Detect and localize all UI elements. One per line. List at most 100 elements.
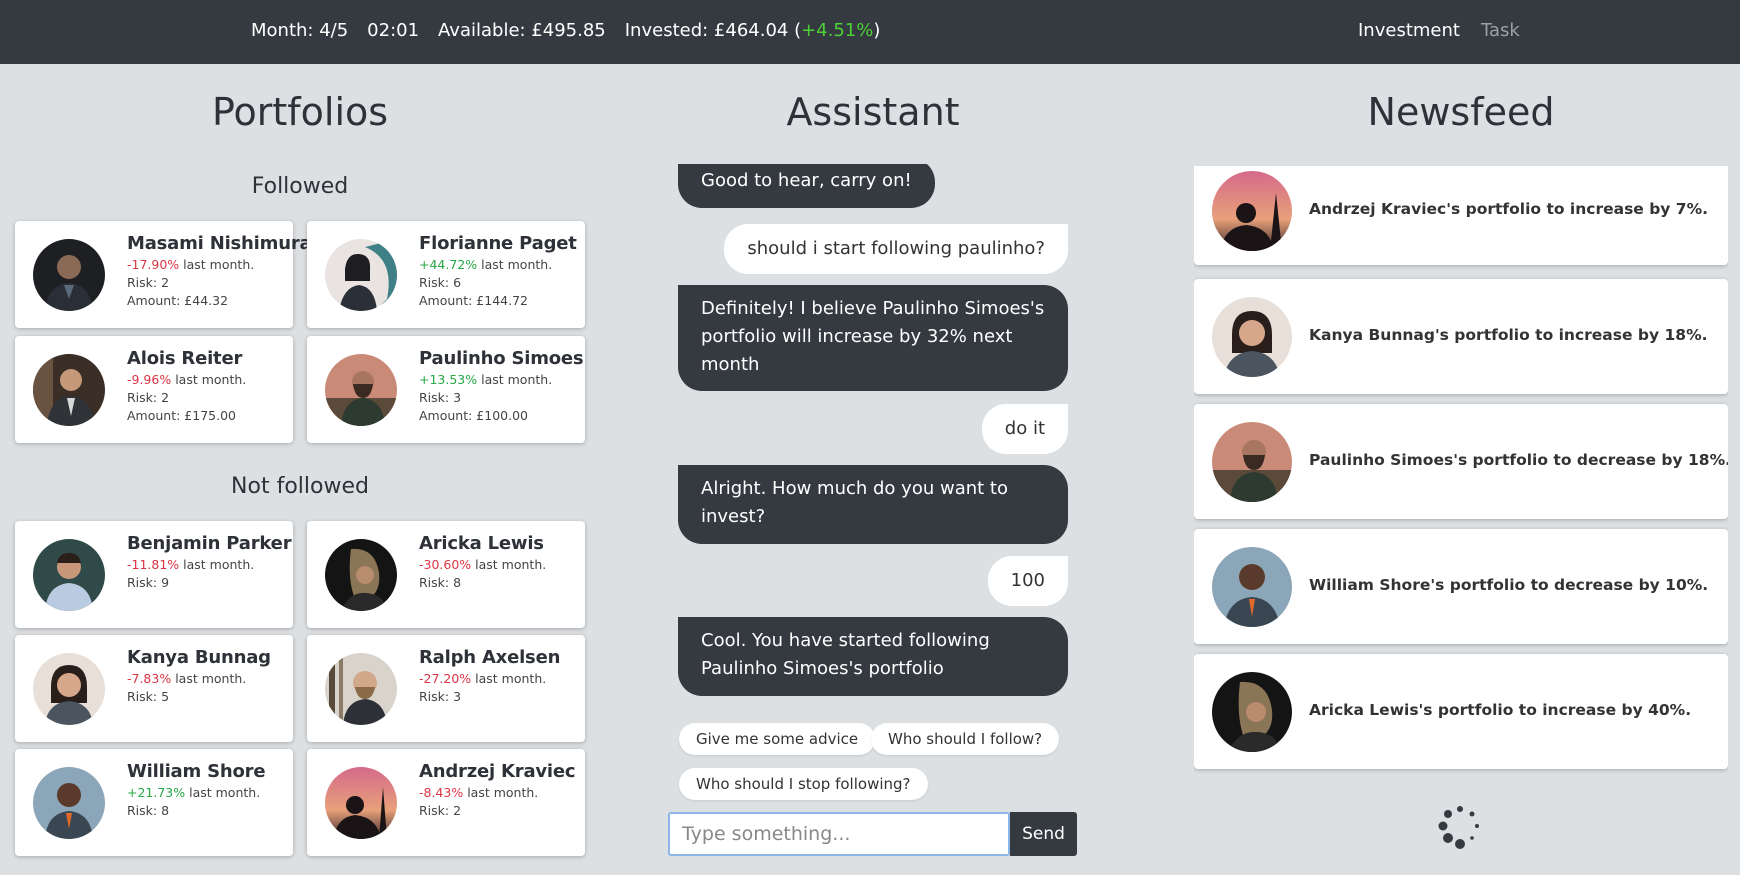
bot-message: Good to hear, carry on! bbox=[678, 164, 935, 208]
change-value: -11.81% bbox=[127, 557, 180, 572]
monthly-change: -7.83% last month. bbox=[127, 671, 291, 686]
send-button[interactable]: Send bbox=[1010, 812, 1077, 856]
portfolio-card-kanya-bunnag[interactable]: Kanya Bunnag -7.83% last month. Risk: 5 bbox=[15, 635, 293, 742]
news-text: William Shore's portfolio to decrease by… bbox=[1309, 576, 1709, 594]
portfolio-name: Paulinho Simoes bbox=[419, 348, 584, 369]
news-text: Aricka Lewis's portfolio to increase by … bbox=[1309, 701, 1692, 719]
change-suffix: last month. bbox=[171, 372, 247, 387]
risk-value: Risk: 2 bbox=[127, 275, 170, 290]
news-item[interactable]: Andrzej Kraviec's portfolio to increase … bbox=[1194, 166, 1728, 265]
user-message: 100 bbox=[987, 556, 1068, 606]
risk-value: Risk: 6 bbox=[419, 275, 462, 290]
account-stats: Month: 4/5 02:01 Available: £495.85 Inve… bbox=[251, 20, 880, 41]
news-item[interactable]: William Shore's portfolio to decrease by… bbox=[1194, 529, 1728, 644]
portfolio-card-paulinho-simoes[interactable]: Paulinho Simoes +13.53% last month. Risk… bbox=[307, 336, 585, 443]
portfolio-info: Paulinho Simoes +13.53% last month. Risk… bbox=[419, 348, 584, 423]
portfolio-card-andrzej-kraviec[interactable]: Andrzej Kraviec -8.43% last month. Risk:… bbox=[307, 749, 585, 856]
change-suffix: last month. bbox=[179, 557, 255, 572]
monthly-change: -17.90% last month. bbox=[127, 257, 291, 272]
portfolio-name: William Shore bbox=[127, 761, 266, 782]
change-value: +21.73% bbox=[127, 785, 186, 800]
change-suffix: last month. bbox=[463, 785, 539, 800]
news-item[interactable]: Aricka Lewis's portfolio to increase by … bbox=[1194, 654, 1728, 769]
top-nav: Investment Task bbox=[1358, 20, 1520, 41]
portfolio-card-aricka-lewis[interactable]: Aricka Lewis -30.60% last month. Risk: 8 bbox=[307, 521, 585, 628]
message-line: portfolio will increase by 32% next bbox=[701, 326, 1013, 347]
change-value: +44.72% bbox=[419, 257, 478, 272]
newsfeed-title: Newsfeed bbox=[1367, 90, 1555, 134]
portfolios-title: Portfolios bbox=[211, 90, 389, 134]
monthly-change: +21.73% last month. bbox=[127, 785, 291, 800]
risk-value: Risk: 3 bbox=[419, 689, 462, 704]
risk-value: Risk: 3 bbox=[419, 390, 462, 405]
suggestion-who-to-follow[interactable]: Who should I follow? bbox=[871, 723, 1060, 755]
monthly-change: -11.81% last month. bbox=[127, 557, 291, 572]
invested-suffix: ) bbox=[873, 20, 881, 41]
avatar bbox=[33, 354, 105, 426]
suggestion-who-to-stop-following[interactable]: Who should I stop following? bbox=[679, 768, 928, 800]
portfolio-info: Florianne Paget +44.72% last month. Risk… bbox=[419, 233, 583, 308]
portfolio-name: Andrzej Kraviec bbox=[419, 761, 576, 782]
news-item[interactable]: Kanya Bunnag's portfolio to increase by … bbox=[1194, 279, 1728, 394]
risk-value: Risk: 5 bbox=[127, 689, 170, 704]
change-value: +13.53% bbox=[419, 372, 478, 387]
followed-label: Followed bbox=[251, 174, 349, 199]
message-text: Good to hear, carry on! bbox=[701, 170, 912, 191]
avatar bbox=[33, 767, 105, 839]
portfolio-name: Masami Nishimura bbox=[127, 233, 312, 254]
portfolio-name: Aricka Lewis bbox=[419, 533, 544, 554]
avatar bbox=[1212, 171, 1292, 251]
newsfeed-list[interactable]: Andrzej Kraviec's portfolio to increase … bbox=[1194, 166, 1728, 776]
clock: 02:01 bbox=[367, 20, 420, 41]
bot-message: Cool. You have started following Paulinh… bbox=[678, 617, 1068, 696]
portfolio-card-masami-nishimura[interactable]: Masami Nishimura -17.90% last month. Ris… bbox=[15, 221, 312, 328]
portfolio-info: Benjamin Parker -11.81% last month. Risk… bbox=[127, 533, 292, 590]
portfolio-info: Ralph Axelsen -27.20% last month. Risk: … bbox=[419, 647, 583, 704]
message-line: invest? bbox=[701, 506, 766, 527]
chat-input[interactable] bbox=[668, 812, 1010, 856]
avatar bbox=[325, 239, 397, 311]
avatar bbox=[33, 539, 105, 611]
monthly-change: +13.53% last month. bbox=[419, 372, 583, 387]
portfolio-card-ralph-axelsen[interactable]: Ralph Axelsen -27.20% last month. Risk: … bbox=[307, 635, 585, 742]
message-line: Definitely! I believe Paulinho Simoes's bbox=[701, 298, 1045, 319]
change-value: -17.90% bbox=[127, 257, 180, 272]
portfolio-info: Andrzej Kraviec -8.43% last month. Risk:… bbox=[419, 761, 583, 818]
message-line: month bbox=[701, 354, 760, 375]
avatar bbox=[1212, 672, 1292, 752]
avatar bbox=[325, 354, 397, 426]
news-item[interactable]: Paulinho Simoes's portfolio to decrease … bbox=[1194, 404, 1728, 519]
portfolio-info: William Shore +21.73% last month. Risk: … bbox=[127, 761, 291, 818]
portfolio-card-alois-reiter[interactable]: Alois Reiter -9.96% last month. Risk: 2 … bbox=[15, 336, 293, 443]
change-suffix: last month. bbox=[477, 372, 553, 387]
user-message: should i start following paulinho? bbox=[724, 224, 1068, 274]
user-message: do it bbox=[981, 404, 1068, 454]
message-line: Cool. You have started following bbox=[701, 630, 990, 651]
portfolio-card-florianne-paget[interactable]: Florianne Paget +44.72% last month. Risk… bbox=[307, 221, 585, 328]
not-followed-label: Not followed bbox=[231, 474, 369, 499]
portfolio-name: Alois Reiter bbox=[127, 348, 243, 369]
suggestion-give-advice[interactable]: Give me some advice bbox=[679, 723, 876, 755]
monthly-change: -30.60% last month. bbox=[419, 557, 583, 572]
avatar bbox=[33, 653, 105, 725]
chat-history[interactable]: Good to hear, carry on! should i start f… bbox=[678, 164, 1068, 702]
avatar bbox=[1212, 297, 1292, 377]
monthly-change: -8.43% last month. bbox=[419, 785, 583, 800]
message-text: should i start following paulinho? bbox=[747, 238, 1045, 259]
nav-task[interactable]: Task bbox=[1481, 20, 1520, 41]
risk-value: Risk: 9 bbox=[127, 575, 170, 590]
amount-value: Amount: £100.00 bbox=[419, 408, 528, 423]
change-value: -27.20% bbox=[419, 671, 472, 686]
portfolio-info: Kanya Bunnag -7.83% last month. Risk: 5 bbox=[127, 647, 291, 704]
portfolio-card-benjamin-parker[interactable]: Benjamin Parker -11.81% last month. Risk… bbox=[15, 521, 293, 628]
risk-value: Risk: 2 bbox=[419, 803, 462, 818]
risk-value: Risk: 8 bbox=[127, 803, 170, 818]
nav-investment[interactable]: Investment bbox=[1358, 20, 1460, 41]
portfolio-name: Benjamin Parker bbox=[127, 533, 292, 554]
change-suffix: last month. bbox=[171, 671, 247, 686]
change-suffix: last month. bbox=[477, 257, 553, 272]
change-value: -8.43% bbox=[419, 785, 464, 800]
portfolio-card-william-shore[interactable]: William Shore +21.73% last month. Risk: … bbox=[15, 749, 293, 856]
message-line: Alright. How much do you want to bbox=[701, 478, 1008, 499]
invested-balance: Invested: £464.04 (+4.51%) bbox=[625, 20, 881, 41]
